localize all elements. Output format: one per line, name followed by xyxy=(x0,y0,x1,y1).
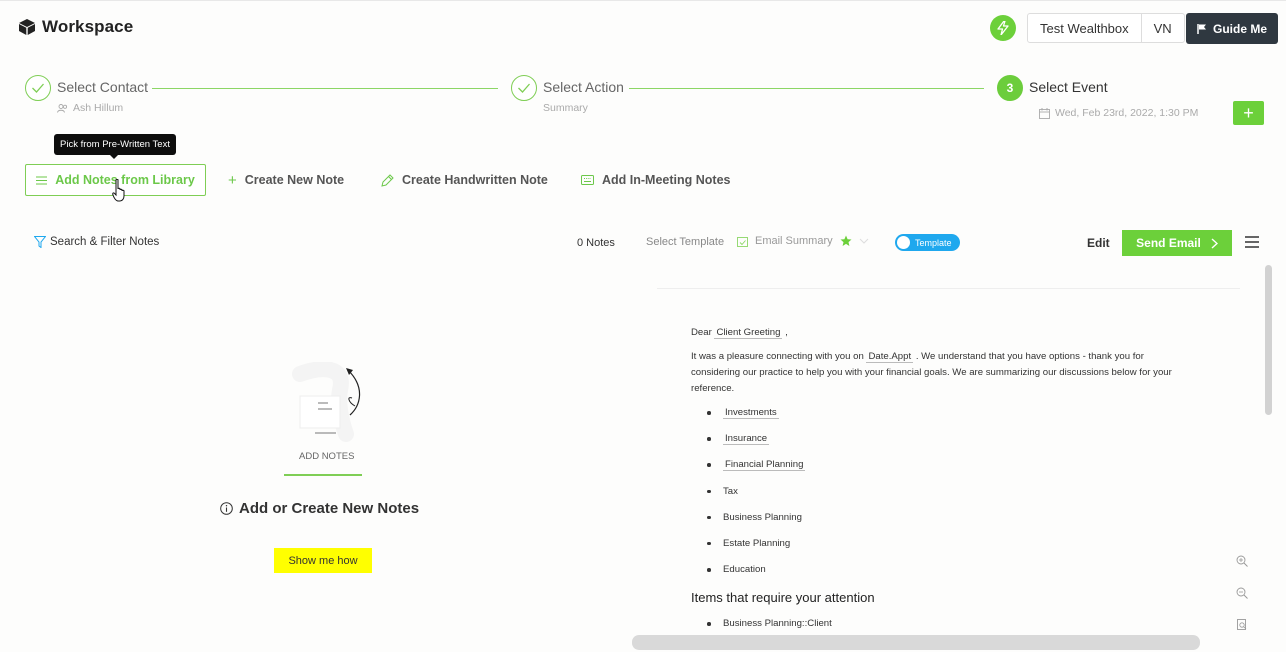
guide-me-button[interactable]: Guide Me xyxy=(1186,13,1278,44)
step-action-title: Select Action xyxy=(543,79,624,95)
info-icon xyxy=(220,502,233,515)
template-select[interactable]: Email Summary xyxy=(737,235,869,247)
list-item: Investments xyxy=(691,405,1191,431)
lightning-icon[interactable] xyxy=(990,15,1016,41)
create-new-note-label: Create New Note xyxy=(244,173,345,187)
select-template-label: Select Template xyxy=(646,236,725,248)
client-greeting-token[interactable]: Client Greeting xyxy=(714,327,783,339)
top-border xyxy=(0,0,1286,1)
step-event-title: Select Event xyxy=(1029,79,1108,95)
step-contact-subtitle: Ash Hillum xyxy=(57,102,123,114)
template-toggle[interactable]: Template xyxy=(895,234,960,251)
search-filter-notes-button[interactable]: Search & Filter Notes xyxy=(34,236,159,248)
filter-icon xyxy=(34,236,46,248)
add-notes-tab-label[interactable]: ADD NOTES xyxy=(299,451,354,462)
template-value: Email Summary xyxy=(755,235,833,247)
add-in-meeting-notes-label: Add In-Meeting Notes xyxy=(602,173,731,187)
account-group: Test Wealthbox VN xyxy=(1027,13,1185,43)
create-new-note-button[interactable]: + Create New Note xyxy=(228,164,344,196)
template-toggle-label: Template xyxy=(915,237,952,248)
list-item: Estate Planning xyxy=(691,536,1191,562)
topics-list: Investments Insurance Financial Planning… xyxy=(691,405,1191,588)
step-connector xyxy=(629,88,984,89)
zoom-out-icon[interactable] xyxy=(1236,587,1248,599)
menu-icon[interactable] xyxy=(1245,236,1259,251)
chevron-down-icon[interactable] xyxy=(859,238,869,244)
email-intro: It was a pleasure connecting with you on… xyxy=(691,351,1172,394)
list-item: Insurance xyxy=(691,431,1191,457)
hand-cursor-icon xyxy=(112,179,125,202)
step-action-subtitle: Summary xyxy=(543,102,588,114)
horizontal-scrollbar[interactable] xyxy=(632,635,1200,650)
search-filter-notes-label: Search & Filter Notes xyxy=(50,236,160,248)
show-me-how-button[interactable]: Show me how xyxy=(274,548,372,573)
list-item: Tax xyxy=(691,484,1191,510)
people-icon xyxy=(57,103,68,113)
pen-icon xyxy=(381,173,394,187)
plus-icon: + xyxy=(228,171,237,189)
keyboard-icon xyxy=(581,175,594,185)
step-action-check-icon[interactable] xyxy=(511,75,537,101)
tooltip: Pick from Pre-Written Text xyxy=(54,134,176,159)
date-appt-token[interactable]: Date.Appt xyxy=(866,351,914,363)
create-handwritten-note-button[interactable]: Create Handwritten Note xyxy=(381,164,548,196)
star-icon[interactable] xyxy=(840,235,852,247)
empty-state-title: Add or Create New Notes xyxy=(220,500,419,517)
email-greeting: Dear Client Greeting , xyxy=(691,327,788,339)
tab-underline xyxy=(284,474,362,476)
create-handwritten-note-label: Create Handwritten Note xyxy=(402,173,548,187)
attention-heading: Items that require your attention xyxy=(691,590,875,606)
edit-button[interactable]: Edit xyxy=(1087,236,1110,250)
add-notes-illustration-icon xyxy=(292,362,361,442)
cube-icon xyxy=(19,19,35,35)
send-email-label: Send Email xyxy=(1136,236,1201,250)
step-contact-check-icon[interactable] xyxy=(25,75,51,101)
step-event-subtitle[interactable]: Wed, Feb 23rd, 2022, 1:30 PM xyxy=(1039,107,1198,119)
list-item: Business Planning xyxy=(691,510,1191,536)
add-in-meeting-notes-button[interactable]: Add In-Meeting Notes xyxy=(581,164,730,196)
list-item: Financial Planning xyxy=(691,457,1191,483)
flag-icon xyxy=(1197,23,1206,34)
email-divider xyxy=(657,288,1240,289)
account-button[interactable]: Test Wealthbox xyxy=(1028,14,1141,42)
brand[interactable]: Workspace xyxy=(18,17,133,37)
step-contact-title: Select Contact xyxy=(57,79,149,95)
zoom-in-icon[interactable] xyxy=(1236,555,1248,567)
toggle-knob xyxy=(897,236,910,249)
plus-icon: + xyxy=(1243,102,1254,123)
guide-me-label: Guide Me xyxy=(1212,21,1267,36)
user-button[interactable]: VN xyxy=(1140,14,1184,42)
fit-page-icon[interactable] xyxy=(1236,619,1248,631)
chevron-right-icon xyxy=(1211,237,1218,249)
brand-title: Workspace xyxy=(42,17,134,36)
list-item: Education xyxy=(691,562,1191,588)
step-connector xyxy=(152,88,498,89)
send-email-button[interactable]: Send Email xyxy=(1122,230,1232,256)
list-icon xyxy=(36,176,48,184)
add-event-button[interactable]: + xyxy=(1233,101,1264,125)
step-event-number[interactable]: 3 xyxy=(997,75,1023,101)
calendar-icon xyxy=(1039,107,1050,119)
vertical-scrollbar[interactable] xyxy=(1265,265,1272,415)
notes-count: 0 Notes xyxy=(577,237,615,249)
calendar-check-icon xyxy=(737,236,748,247)
email-preview[interactable]: Dear Client Greeting , It was a pleasure… xyxy=(691,325,1191,643)
